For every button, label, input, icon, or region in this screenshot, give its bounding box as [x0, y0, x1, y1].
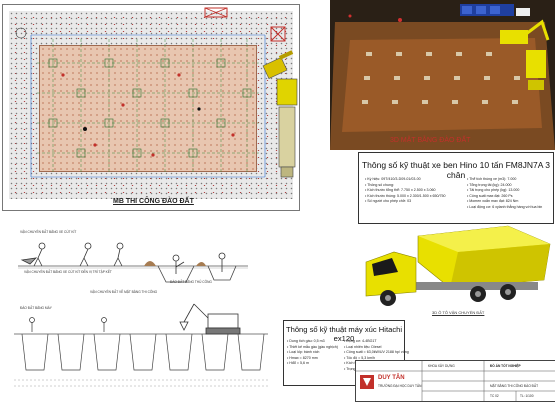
excavation-site-plan: MB THI CÔNG ĐÀO ĐẤT	[2, 4, 300, 211]
caption-c: ĐÀO ĐẤT BẰNG THỦ CÔNG	[170, 280, 212, 284]
caption-b: VẬN CHUYỂN ĐẤT BẰNG XE CÚT KÍT	[20, 230, 77, 234]
spec-line: • Hđổ = 5,6 m	[287, 361, 309, 366]
caption-a: VẬN CHUYỂN ĐẤT BẰNG XE CÚT KÍT ĐẾN VỊ TR…	[24, 270, 112, 274]
machine-excavation-section	[14, 303, 268, 387]
title-block: DUY TÂN TRƯỜNG ĐẠI HỌC DUY TÂN KHOA XÂY …	[355, 360, 555, 402]
3d-dump-truck	[365, 225, 551, 306]
excavation-3d-view	[330, 0, 555, 150]
caption-e: ĐÀO ĐẤT BẰNG MÁY	[20, 306, 52, 310]
excavator-spec-left: • Dung tích gầu: 0,5 m3 • Thiết kế mẫu g…	[287, 339, 338, 367]
spec-line: • Số người cho phép chở: 03	[365, 199, 412, 204]
truck-spec-box: Thông số kỹ thuật xe ben Hino 10 tấn FM8…	[358, 152, 554, 224]
truck-spec-left: • Ký hiệu: 09T/410/3-D09-01/03-00 • Thôn…	[365, 177, 446, 205]
caption-d: VẬN CHUYỂN ĐẤT VỀ MẶT BẰNG THI CÔNG	[90, 290, 158, 294]
project-header: ĐỒ ÁN TỐT NGHIỆP	[490, 364, 521, 368]
drawing-title: MẶT BẰNG THI CÔNG ĐÀO ĐẤT	[490, 384, 539, 388]
truck-caption: 3D Ô TÔ VẬN CHUYỂN ĐẤT	[432, 310, 485, 315]
university-name: TRƯỜNG ĐẠI HỌC DUY TÂN	[378, 384, 422, 388]
plan-caption: MB THI CÔNG ĐÀO ĐẤT	[113, 198, 194, 205]
spec-line: • Công suất = 63,0kW/UV 2188 hp/ vòng	[344, 350, 409, 355]
3d-view-caption: 3D MẶT BẰNG ĐÀO ĐẤT	[390, 137, 471, 144]
truck-spec-right: • Thể tích thùng xe (m3): 7.000 • Tổng t…	[467, 177, 542, 211]
scale-label: TL: 1/100	[520, 394, 534, 398]
faculty-name: KHOA XÂY DỰNG	[428, 364, 455, 368]
sheet-number: TC 02	[490, 394, 499, 398]
3d-scene	[330, 0, 555, 150]
company-logo-text: DUY TÂN	[378, 375, 405, 381]
spec-line: • Kích thước tổng thể: 7.750 x 2.500 x 3…	[365, 188, 436, 193]
plan-linework	[15, 7, 286, 178]
plan-truck-icon	[276, 78, 298, 178]
spec-line: • Loại động cơ: 6 xylanh thẳng hàng với …	[467, 204, 543, 209]
